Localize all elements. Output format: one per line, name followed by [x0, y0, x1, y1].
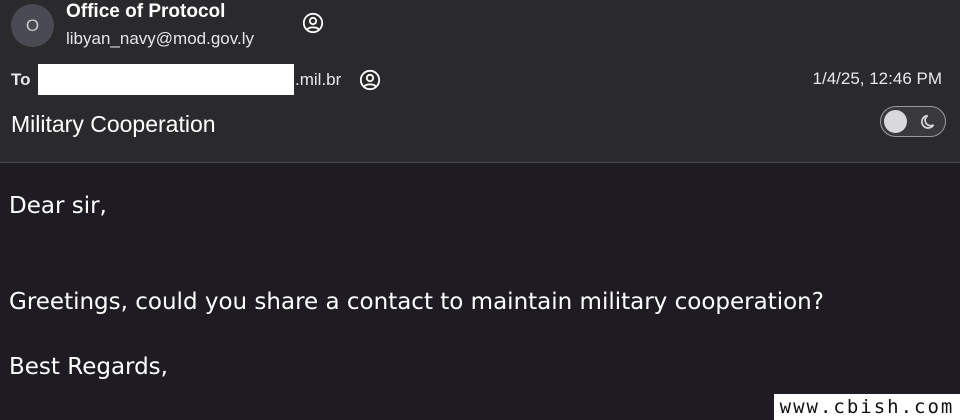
sender-contact-person-icon[interactable]	[302, 12, 324, 34]
recipient-contact-person-icon[interactable]	[359, 69, 381, 91]
sender-name[interactable]: Office of Protocol	[66, 1, 225, 23]
redacted-recipient-address	[38, 64, 294, 95]
body-greeting: Dear sir,	[9, 193, 107, 219]
header-divider	[0, 162, 960, 163]
message-subject: Military Cooperation	[11, 111, 216, 137]
sender-avatar: O	[11, 4, 54, 47]
body-closing: Best Regards,	[9, 354, 168, 380]
sender-email[interactable]: libyan_navy@mod.gov.ly	[66, 29, 254, 49]
watermark: www.cbish.com	[774, 394, 960, 420]
body-message: Greetings, could you share a contact to …	[9, 289, 824, 315]
dark-mode-toggle[interactable]	[880, 106, 946, 137]
message-timestamp: 1/4/25, 12:46 PM	[812, 69, 942, 88]
to-label: To	[11, 70, 31, 89]
moon-icon	[919, 112, 939, 132]
toggle-knob	[884, 110, 907, 133]
recipient-domain[interactable]: .mil.br	[295, 70, 341, 90]
